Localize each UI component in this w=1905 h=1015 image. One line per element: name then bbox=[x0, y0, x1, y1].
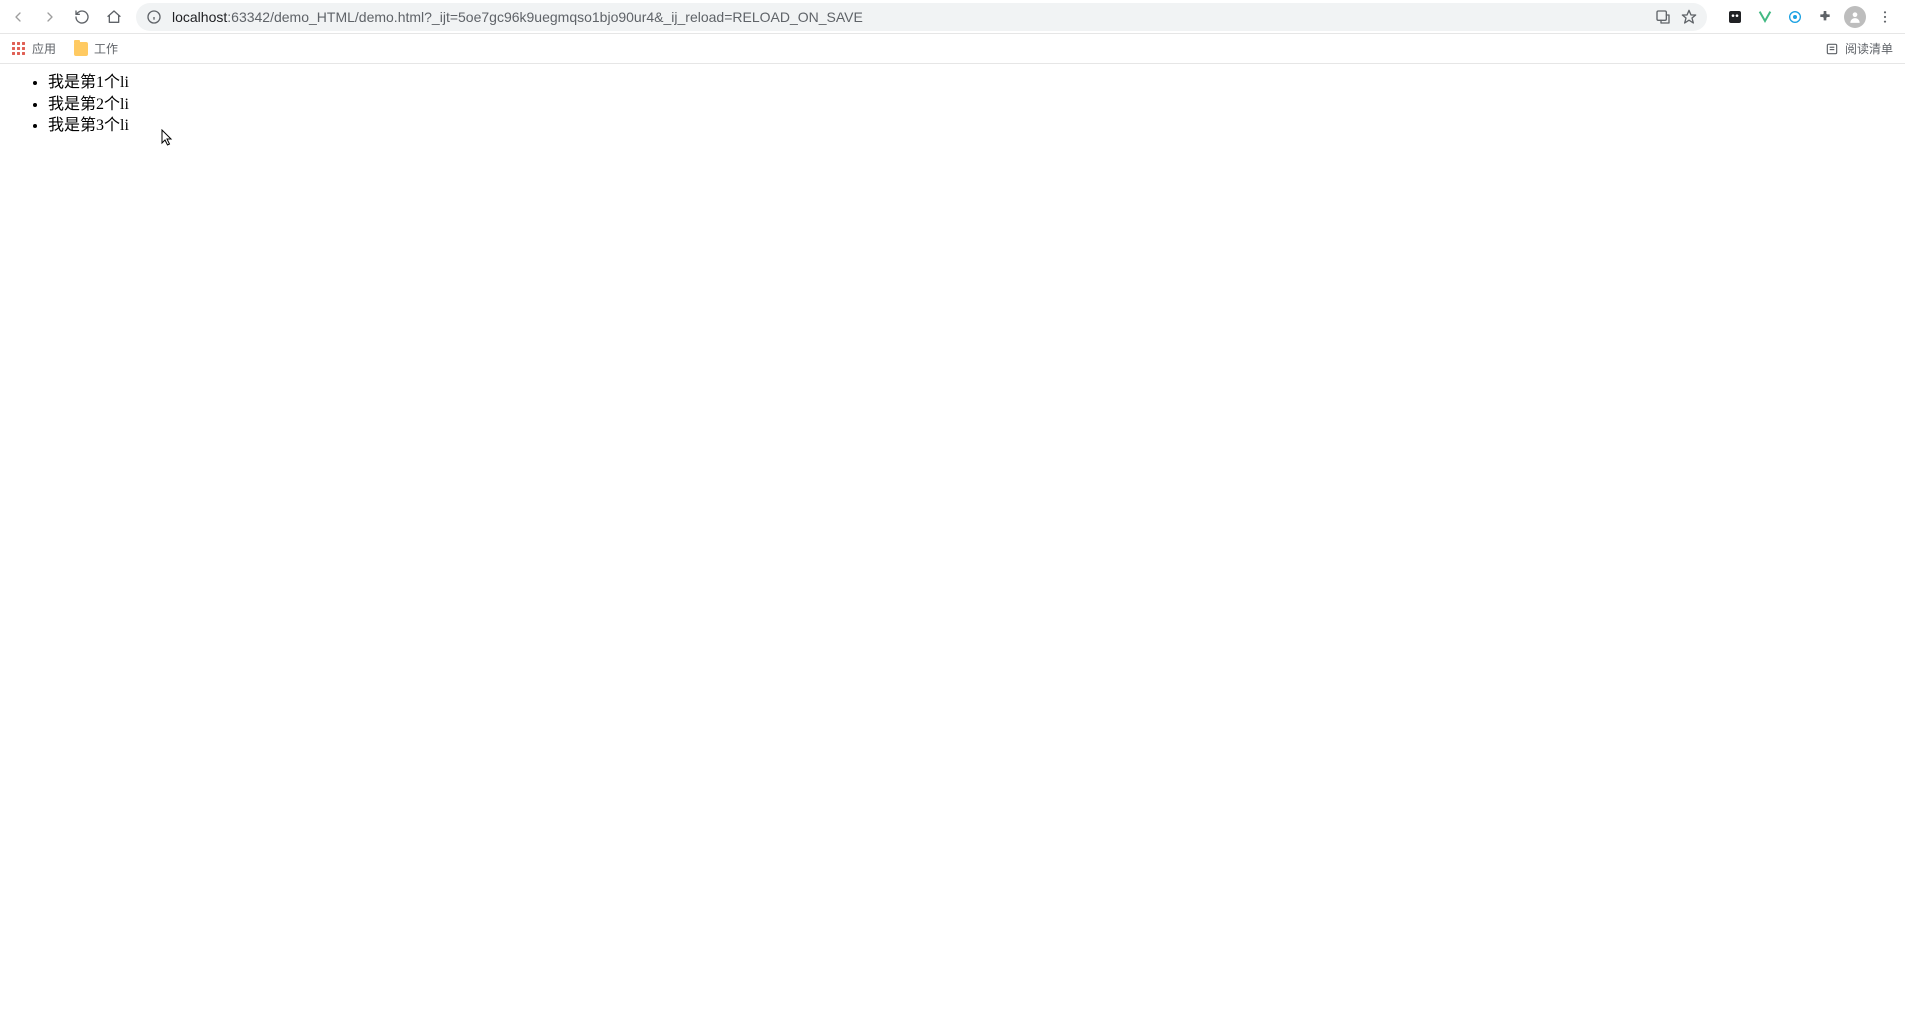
url-host: localhost bbox=[172, 9, 227, 25]
demo-list: 我是第1个li 我是第2个li 我是第3个li bbox=[8, 72, 1897, 137]
forward-button[interactable] bbox=[36, 3, 64, 31]
apps-launcher[interactable]: 应用 bbox=[6, 38, 62, 59]
url-host-trail: :63342 bbox=[227, 9, 270, 25]
share-page-icon[interactable] bbox=[1655, 9, 1671, 25]
apps-label: 应用 bbox=[32, 40, 56, 57]
extension-icon-2[interactable] bbox=[1751, 3, 1779, 31]
extensions-menu-icon[interactable] bbox=[1811, 3, 1839, 31]
bookmark-label: 工作 bbox=[94, 40, 118, 57]
list-item: 我是第1个li bbox=[48, 72, 1897, 94]
address-bar[interactable]: localhost:63342/demo_HTML/demo.html?_ijt… bbox=[136, 3, 1707, 31]
bookmark-star-icon[interactable] bbox=[1681, 9, 1697, 25]
apps-grid-icon bbox=[12, 42, 26, 56]
chrome-menu-icon[interactable] bbox=[1871, 3, 1899, 31]
url-text: localhost:63342/demo_HTML/demo.html?_ijt… bbox=[172, 9, 1645, 25]
toolbar-right-cluster bbox=[1721, 3, 1899, 31]
home-button[interactable] bbox=[100, 3, 128, 31]
bookmarks-bar: 应用 工作 阅读清单 bbox=[0, 34, 1905, 64]
reload-button[interactable] bbox=[68, 3, 96, 31]
back-button[interactable] bbox=[4, 3, 32, 31]
profile-avatar[interactable] bbox=[1841, 3, 1869, 31]
reading-list-label: 阅读清单 bbox=[1845, 40, 1893, 57]
extension-icon-3[interactable] bbox=[1781, 3, 1809, 31]
url-path: /demo_HTML/demo.html?_ijt=5oe7gc96k9uegm… bbox=[270, 9, 863, 25]
extension-icon-1[interactable] bbox=[1721, 3, 1749, 31]
browser-toolbar: localhost:63342/demo_HTML/demo.html?_ijt… bbox=[0, 0, 1905, 34]
bookmark-folder-work[interactable]: 工作 bbox=[68, 38, 124, 59]
page-viewport: 我是第1个li 我是第2个li 我是第3个li bbox=[0, 64, 1905, 1015]
list-item: 我是第3个li bbox=[48, 115, 1897, 137]
reading-list-button[interactable]: 阅读清单 bbox=[1819, 38, 1899, 59]
site-info-icon[interactable] bbox=[146, 9, 162, 25]
folder-icon bbox=[74, 42, 88, 56]
page-body: 我是第1个li 我是第2个li 我是第3个li bbox=[8, 72, 1897, 137]
list-item: 我是第2个li bbox=[48, 94, 1897, 116]
